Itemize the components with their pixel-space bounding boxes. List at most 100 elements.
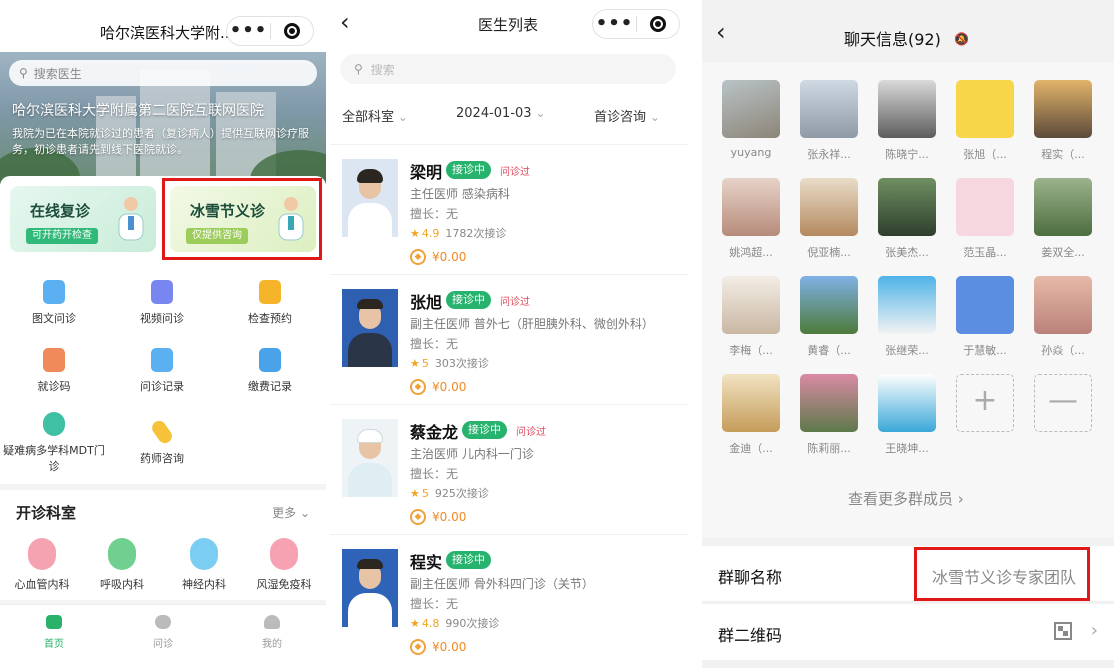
service-consult-records[interactable]: 问诊记录 <box>108 348 216 394</box>
price-icon: ◆ <box>410 249 426 265</box>
doctor-price: ◆ ¥0.00 <box>410 509 466 525</box>
member-avatar[interactable]: 张继荣... <box>876 276 938 358</box>
member-avatar[interactable]: 姚鸿超... <box>720 178 782 260</box>
more-menu-icon[interactable]: ••• <box>593 11 636 37</box>
member-avatar[interactable]: 李梅（... <box>720 276 782 358</box>
dept-rheumatology[interactable]: 风湿免疫科 <box>244 538 324 592</box>
doctor-rating: ★ 5 925次接诊 <box>410 487 489 500</box>
add-member-button[interactable]: + <box>954 374 1016 432</box>
heart-icon <box>28 538 56 570</box>
hospital-notice: 我院为已在本院就诊过的患者（复诊病人）提供互联网诊疗服务，初诊患者请先到线下医院… <box>12 127 309 156</box>
book-icon <box>151 348 173 372</box>
payment-icon <box>259 348 281 372</box>
member-avatar[interactable]: 金迪（... <box>720 374 782 456</box>
status-badge: 接诊中 <box>446 161 491 179</box>
back-icon[interactable]: ‹ <box>340 8 350 36</box>
tab-home[interactable]: 首页 <box>24 615 84 650</box>
doctor-specialty: 擅长：无 <box>410 337 459 351</box>
doctor-card[interactable]: 蔡金龙 接诊中 问诊过 主治医师 儿内科一门诊 擅长：无 ★ 5 925次接诊 ◆ ¥… <box>330 404 688 534</box>
member-avatar[interactable]: 姜双全... <box>1032 178 1094 260</box>
doctor-name: 程实 <box>410 553 443 572</box>
service-text-consult[interactable]: 图文问诊 <box>0 280 108 326</box>
status-badge: 接诊中 <box>462 421 507 439</box>
search-icon: ⚲ <box>19 66 28 80</box>
doctor-rating: ★ 5 303次接诊 <box>410 357 489 370</box>
member-avatar[interactable]: 黄睿（... <box>798 276 860 358</box>
doctor-card[interactable]: 梁明 接诊中 问诊过 主任医师 感染病科 擅长：无 ★ 4.9 1782次接诊 ◆ ¥… <box>330 144 688 274</box>
filter-department[interactable]: 全部科室 <box>342 106 408 125</box>
doctor-name: 梁明 <box>410 163 443 182</box>
more-link[interactable]: 更多 ⌄ <box>272 504 310 521</box>
remove-member-button[interactable]: — <box>1032 374 1094 432</box>
doctor-price: ◆ ¥0.00 <box>410 639 466 655</box>
doctor-card[interactable]: 张旭 接诊中 问诊过 副主任医师 普外七（肝胆胰外科、微创外科） 擅长：无 ★ 5… <box>330 274 688 404</box>
more-menu-icon[interactable]: ••• <box>227 18 270 44</box>
highlight-box <box>914 547 1090 601</box>
hospital-name: 哈尔滨医科大学附属第二医院互联网医院 <box>12 103 264 119</box>
service-pharmacist[interactable]: 药师咨询 <box>108 418 216 466</box>
doctor-avatar-illustration <box>342 419 398 497</box>
back-icon[interactable]: ‹ <box>716 18 726 46</box>
close-miniapp-icon[interactable] <box>271 23 313 39</box>
member-avatar[interactable]: 程实（... <box>1032 80 1094 162</box>
search-input[interactable]: ⚲ 搜索 <box>340 54 676 84</box>
member-avatar[interactable]: 陈莉丽... <box>798 374 860 456</box>
card-icon <box>43 348 65 372</box>
chat-icon <box>155 615 171 629</box>
hospital-home-screen: 哈尔滨医科大学附... ••• ⚲ 搜索医生 哈尔滨医科大学附属第二医院互联网医… <box>0 0 326 668</box>
filter-date[interactable]: 2024-01-03 <box>456 106 545 121</box>
filter-consult-type[interactable]: 首诊咨询 <box>594 106 660 125</box>
service-grid: 图文问诊 视频问诊 检查预约 就诊码 问诊记录 缴费记录 疑难病多学科MDT门诊 <box>0 262 326 484</box>
star-icon: ★ <box>410 227 420 240</box>
mute-bell-icon: 🔕 <box>954 32 969 46</box>
member-avatar[interactable]: 倪亚楠... <box>798 178 860 260</box>
online-revisit-card[interactable]: 在线复诊 可开药开检查 <box>10 186 156 252</box>
neuron-icon <box>190 538 218 570</box>
member-avatar[interactable]: 陈晓宁... <box>876 80 938 162</box>
close-miniapp-icon[interactable] <box>637 16 679 32</box>
qr-code-icon <box>1054 622 1072 640</box>
tab-consult[interactable]: 问诊 <box>133 615 193 650</box>
dept-cardiology[interactable]: 心血管内科 <box>2 538 82 592</box>
service-exam-booking[interactable]: 检查预约 <box>216 280 324 326</box>
member-avatar[interactable]: 于慧敏... <box>954 276 1016 358</box>
member-avatar[interactable]: yuyang <box>720 80 782 159</box>
visited-tag: 问诊过 <box>516 427 546 438</box>
status-badge: 接诊中 <box>446 551 491 569</box>
star-icon: ★ <box>410 357 420 370</box>
departments-section: 开诊科室 更多 ⌄ 心血管内科 呼吸内科 神经内科 风湿免疫科 <box>0 490 326 600</box>
search-icon: ⚲ <box>354 62 363 76</box>
member-avatar[interactable]: 张永祥... <box>798 80 860 162</box>
tab-mine[interactable]: 我的 <box>242 615 302 650</box>
doctor-name: 张旭 <box>410 293 443 312</box>
doctor-name: 蔡金龙 <box>410 423 459 442</box>
member-avatar[interactable]: 孙焱（... <box>1032 276 1094 358</box>
service-mdt[interactable]: 疑难病多学科MDT门诊 <box>0 412 108 474</box>
service-payment-records[interactable]: 缴费记录 <box>216 348 324 394</box>
dept-respiratory[interactable]: 呼吸内科 <box>82 538 162 592</box>
group-qr-row[interactable]: 群二维码 › <box>702 604 1114 660</box>
price-icon: ◆ <box>410 509 426 525</box>
doctor-card[interactable]: 程实 接诊中 副主任医师 骨外科四门诊（关节） 擅长：无 ★ 4.8 990次接诊 … <box>330 534 688 664</box>
visited-tag: 问诊过 <box>500 297 530 308</box>
status-badge: 接诊中 <box>446 291 491 309</box>
service-video-consult[interactable]: 视频问诊 <box>108 280 216 326</box>
visited-tag: 问诊过 <box>500 167 530 178</box>
page-title: 聊天信息(92) <box>844 30 941 49</box>
group-qr-label: 群二维码 <box>718 626 783 645</box>
price-icon: ◆ <box>410 639 426 655</box>
star-icon: ★ <box>410 487 420 500</box>
highlight-box <box>162 178 322 260</box>
nav-bar: ‹ 聊天信息(92) 🔕 <box>702 0 1114 66</box>
member-avatar[interactable]: 王晓坤... <box>876 374 938 456</box>
member-avatar[interactable]: 张美杰... <box>876 178 938 260</box>
doctor-specialty: 擅长：无 <box>410 207 459 221</box>
member-avatar[interactable]: 张旭（... <box>954 80 1016 162</box>
search-input[interactable]: ⚲ 搜索医生 <box>9 60 317 86</box>
chevron-right-icon: › <box>1090 620 1098 641</box>
view-more-members-link[interactable]: 查看更多群成员 › <box>848 488 964 509</box>
doctor-rating: ★ 4.9 1782次接诊 <box>410 227 507 240</box>
dept-neurology[interactable]: 神经内科 <box>164 538 244 592</box>
service-visit-code[interactable]: 就诊码 <box>0 348 108 394</box>
member-avatar[interactable]: 范玉晶... <box>954 178 1016 260</box>
